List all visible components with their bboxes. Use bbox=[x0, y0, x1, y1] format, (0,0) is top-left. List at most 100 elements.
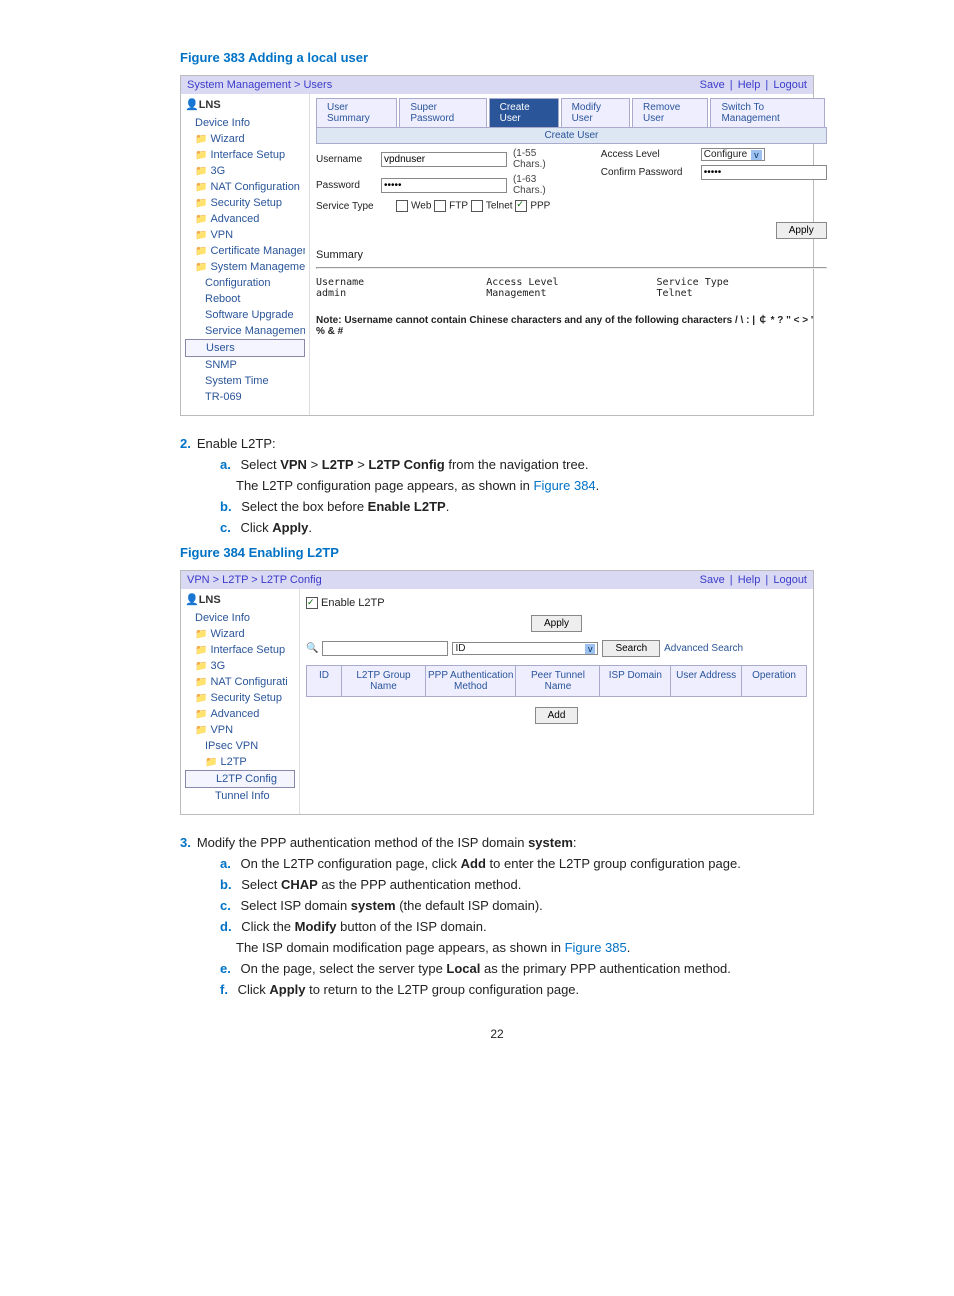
step-3d: d. Click the Modify button of the ISP do… bbox=[220, 919, 814, 934]
input-username[interactable] bbox=[381, 152, 507, 167]
nav2-iface[interactable]: Interface Setup bbox=[185, 642, 295, 658]
nav-svcmgmt[interactable]: Service Management bbox=[185, 323, 305, 339]
nav-vpn[interactable]: VPN bbox=[185, 227, 305, 243]
step-2c: c. Click Apply. bbox=[220, 520, 814, 535]
step-3d-2: The ISP domain modification page appears… bbox=[236, 940, 814, 955]
nav-reboot[interactable]: Reboot bbox=[185, 291, 305, 307]
col-ppp: PPP Authentication Method bbox=[426, 666, 517, 696]
chk-enable-l2tp[interactable]: Enable L2TP bbox=[306, 597, 385, 609]
chevron-down-icon: v bbox=[751, 150, 762, 160]
input-password[interactable] bbox=[381, 178, 507, 193]
ss1-header-links: Save | Help | Logout bbox=[698, 79, 807, 91]
nav-snmp[interactable]: SNMP bbox=[185, 357, 305, 373]
ss2-logout-link[interactable]: Logout bbox=[773, 574, 807, 586]
nav-wizard[interactable]: Wizard bbox=[185, 131, 305, 147]
nav-sysmgmt[interactable]: System Management bbox=[185, 259, 305, 275]
sum-h-user: Username bbox=[316, 277, 486, 288]
ss2-device: 👤LNS bbox=[185, 593, 295, 606]
search-button[interactable]: Search bbox=[602, 640, 660, 657]
ss1-logout-link[interactable]: Logout bbox=[773, 79, 807, 91]
nav-iface-setup[interactable]: Interface Setup bbox=[185, 147, 305, 163]
ss2-save-link[interactable]: Save bbox=[700, 574, 725, 586]
figure-383-screenshot: System Management > Users Save | Help | … bbox=[180, 75, 814, 416]
ss1-save-link[interactable]: Save bbox=[700, 79, 725, 91]
chevron-down-icon: v bbox=[585, 644, 596, 654]
col-isp: ISP Domain bbox=[600, 666, 671, 696]
col-peer: Peer Tunnel Name bbox=[516, 666, 600, 696]
nav2-vpn[interactable]: VPN bbox=[185, 722, 295, 738]
step-3b: b. Select CHAP as the PPP authentication… bbox=[220, 877, 814, 892]
nav2-tunnel[interactable]: Tunnel Info bbox=[185, 788, 295, 804]
nav-users[interactable]: Users bbox=[185, 339, 305, 357]
chk-ftp[interactable]: FTP bbox=[434, 200, 468, 212]
col-id: ID bbox=[307, 666, 342, 696]
adv-search-link[interactable]: Advanced Search bbox=[664, 643, 743, 654]
apply-button[interactable]: Apply bbox=[776, 222, 827, 239]
username-note: Note: Username cannot contain Chinese ch… bbox=[316, 311, 827, 337]
lbl-password: Password bbox=[316, 180, 381, 191]
ss1-device: 👤LNS bbox=[185, 98, 305, 111]
step-3c: c. Select ISP domain system (the default… bbox=[220, 898, 814, 913]
nav2-nat[interactable]: NAT Configurati bbox=[185, 674, 295, 690]
ss2-breadcrumb: VPN > L2TP > L2TP Config bbox=[187, 574, 322, 586]
tab-modify-user[interactable]: Modify User bbox=[561, 98, 630, 127]
l2tp-table-header: ID L2TP Group Name PPP Authentication Me… bbox=[306, 665, 807, 697]
nav2-security[interactable]: Security Setup bbox=[185, 690, 295, 706]
search-bar: 🔍 IDv Search Advanced Search bbox=[306, 640, 807, 657]
ss1-header: System Management > Users Save | Help | … bbox=[181, 76, 813, 94]
nav-device-info[interactable]: Device Info bbox=[185, 115, 305, 131]
nav2-3g[interactable]: 3G bbox=[185, 658, 295, 674]
figure-384-link[interactable]: Figure 384 bbox=[534, 478, 596, 493]
figure-384-screenshot: VPN > L2TP > L2TP Config Save | Help | L… bbox=[180, 570, 814, 815]
col-op: Operation bbox=[742, 666, 806, 696]
ss1-subbar: Create User bbox=[316, 128, 827, 144]
sum-h-service: Service Type bbox=[657, 277, 827, 288]
figure-385-link[interactable]: Figure 385 bbox=[565, 940, 627, 955]
tab-create-user[interactable]: Create User bbox=[489, 98, 559, 127]
nav-systime[interactable]: System Time bbox=[185, 373, 305, 389]
nav-softup[interactable]: Software Upgrade bbox=[185, 307, 305, 323]
search-input[interactable] bbox=[322, 641, 448, 656]
nav2-l2tp-config[interactable]: L2TP Config bbox=[185, 770, 295, 788]
step-2a: a. Select VPN > L2TP > L2TP Config from … bbox=[220, 457, 814, 472]
summary-title: Summary bbox=[316, 249, 827, 261]
nav-config[interactable]: Configuration bbox=[185, 275, 305, 291]
search-field-select[interactable]: IDv bbox=[452, 642, 598, 655]
step-2b: b. Select the box before Enable L2TP. bbox=[220, 499, 814, 514]
nav2-ipsec[interactable]: IPsec VPN bbox=[185, 738, 295, 754]
ss2-content: Enable L2TP Apply 🔍 IDv Search Advanced … bbox=[300, 589, 813, 814]
step-3f: f. Click Apply to return to the L2TP gro… bbox=[220, 982, 814, 997]
nav-cert[interactable]: Certificate Manageme bbox=[185, 243, 305, 259]
chk-ppp[interactable]: PPP bbox=[515, 200, 550, 212]
nav-3g[interactable]: 3G bbox=[185, 163, 305, 179]
tab-super-pw[interactable]: Super Password bbox=[399, 98, 486, 127]
chk-web[interactable]: Web bbox=[396, 200, 431, 212]
add-button[interactable]: Add bbox=[535, 707, 579, 724]
nav2-l2tp[interactable]: L2TP bbox=[185, 754, 295, 770]
ss2-header: VPN > L2TP > L2TP Config Save | Help | L… bbox=[181, 571, 813, 589]
summary-table: Username admin Access Level Management S… bbox=[316, 277, 827, 299]
step-3: 3.Modify the PPP authentication method o… bbox=[180, 835, 814, 850]
nav-advanced[interactable]: Advanced bbox=[185, 211, 305, 227]
ss1-tabs: User Summary Super Password Create User … bbox=[316, 98, 827, 128]
nav-security[interactable]: Security Setup bbox=[185, 195, 305, 211]
chk-telnet[interactable]: Telnet bbox=[471, 200, 513, 212]
nav2-advanced[interactable]: Advanced bbox=[185, 706, 295, 722]
apply-l2tp-button[interactable]: Apply bbox=[531, 615, 582, 632]
lbl-confirm: Confirm Password bbox=[601, 167, 701, 178]
ss1-help-link[interactable]: Help bbox=[738, 79, 761, 91]
tab-remove-user[interactable]: Remove User bbox=[632, 98, 708, 127]
nav-nat[interactable]: NAT Configuration bbox=[185, 179, 305, 195]
tab-user-summary[interactable]: User Summary bbox=[316, 98, 397, 127]
nav2-device-info[interactable]: Device Info bbox=[185, 610, 295, 626]
step-3e: e. On the page, select the server type L… bbox=[220, 961, 814, 976]
ss2-header-links: Save | Help | Logout bbox=[698, 574, 807, 586]
ss1-breadcrumb: System Management > Users bbox=[187, 79, 332, 91]
nav-tr069[interactable]: TR-069 bbox=[185, 389, 305, 405]
select-access-level[interactable]: Configurev bbox=[701, 148, 765, 161]
nav2-wizard[interactable]: Wizard bbox=[185, 626, 295, 642]
ss2-help-link[interactable]: Help bbox=[738, 574, 761, 586]
tab-switch-mgmt[interactable]: Switch To Management bbox=[710, 98, 824, 127]
col-group: L2TP Group Name bbox=[342, 666, 426, 696]
input-confirm[interactable] bbox=[701, 165, 827, 180]
